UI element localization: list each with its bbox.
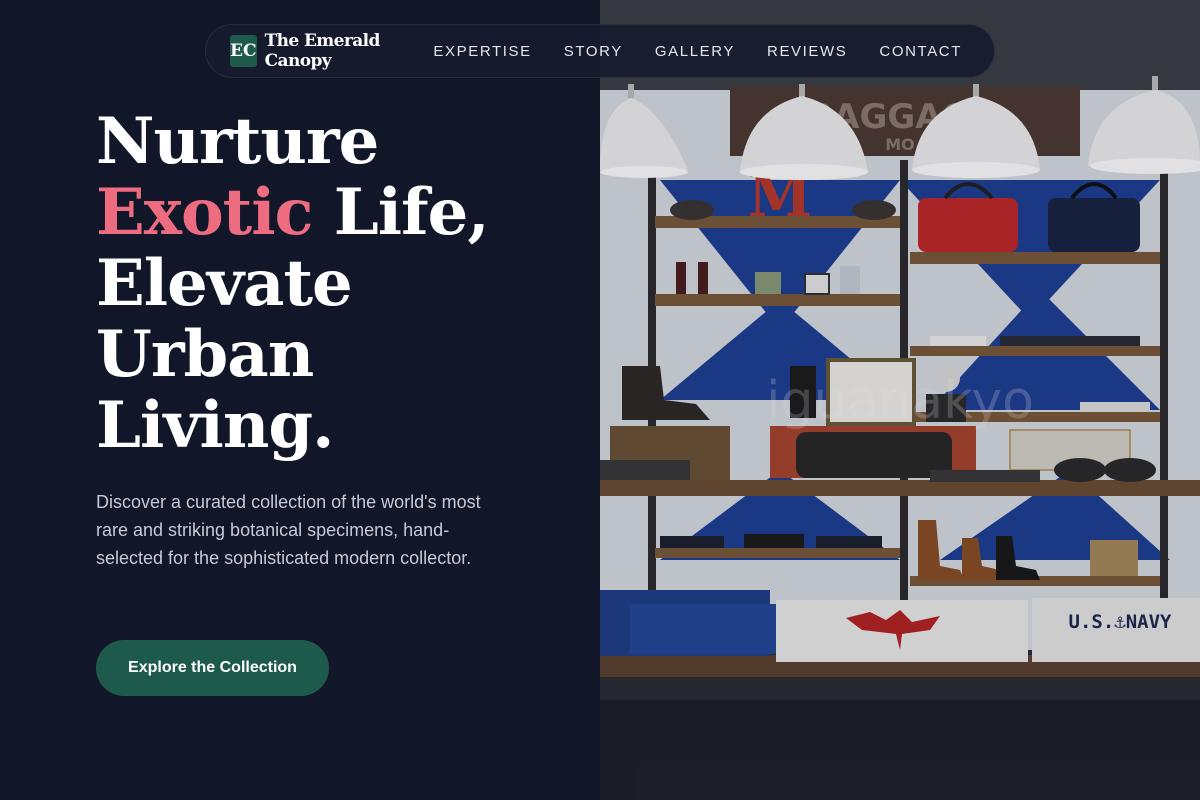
nav-link-reviews[interactable]: REVIEWS (767, 43, 847, 60)
nav-link-contact[interactable]: CONTACT (879, 43, 962, 60)
nav-link-expertise[interactable]: EXPERTISE (433, 43, 531, 60)
top-navigation: EC The Emerald Canopy EXPERTISE STORY GA… (205, 24, 995, 78)
nav-link-gallery[interactable]: GALLERY (655, 43, 735, 60)
hero-image: BAGGAGE MO M (600, 0, 1200, 800)
hero-title-accent: Exotic (96, 175, 313, 250)
hero-title-line1: Nurture (96, 104, 379, 179)
hero-title-line3: Elevate (96, 246, 353, 321)
image-overlay (600, 0, 1200, 800)
logo-mark: EC (230, 35, 257, 67)
hero-title-line2: Life, (312, 175, 490, 250)
hero-left-panel: Nurture Exotic Life, Elevate Urban Livin… (0, 0, 600, 800)
hero-title-line4: Urban (96, 317, 314, 392)
hero-title-line5: Living. (96, 388, 334, 463)
nav-link-story[interactable]: STORY (564, 43, 623, 60)
nav-links: EXPERTISE STORY GALLERY REVIEWS CONTACT (433, 43, 994, 60)
hero-description: Discover a curated collection of the wor… (96, 492, 481, 568)
hero-title: Nurture Exotic Life, Elevate Urban Livin… (96, 106, 576, 461)
explore-collection-button[interactable]: Explore the Collection (96, 640, 329, 696)
brand-name: The Emerald Canopy (264, 31, 381, 71)
brand-logo[interactable]: EC The Emerald Canopy (230, 31, 395, 71)
store-interior-illustration: BAGGAGE MO M (600, 0, 1200, 800)
